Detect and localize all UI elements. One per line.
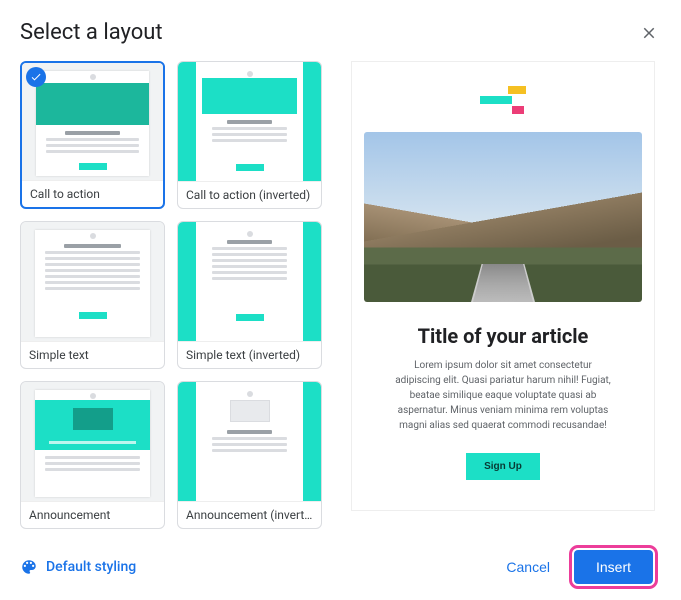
layout-card-call-to-action-inverted[interactable]: Call to action (inverted)	[177, 61, 322, 209]
layout-card-simple-text[interactable]: Simple text	[20, 221, 165, 369]
layout-grid: Call to action	[20, 61, 322, 529]
default-styling-button[interactable]: Default styling	[20, 558, 136, 576]
close-button[interactable]	[637, 21, 661, 45]
layout-thumb	[21, 222, 164, 341]
cancel-button[interactable]: Cancel	[490, 551, 566, 583]
palette-icon	[20, 558, 38, 576]
layout-preview: Title of your article Lorem ipsum dolor …	[351, 61, 655, 511]
dialog-header: Select a layout	[20, 20, 661, 45]
preview-article-title: Title of your article	[418, 324, 589, 348]
layout-card-announcement-inverted[interactable]: Announcement (inverted)	[177, 381, 322, 529]
layout-thumb	[21, 382, 164, 501]
footer-actions: Cancel Insert	[490, 550, 653, 584]
layout-label: Call to action (inverted)	[178, 181, 321, 208]
layout-list-scroll[interactable]: Call to action	[20, 61, 330, 534]
preview-article-body: Lorem ipsum dolor sit amet consectetur a…	[352, 358, 654, 433]
dialog-body: Call to action	[20, 61, 661, 534]
layout-label: Announcement (inverted)	[178, 501, 321, 528]
layout-label: Simple text (inverted)	[178, 341, 321, 368]
layout-card-simple-text-inverted[interactable]: Simple text (inverted)	[177, 221, 322, 369]
dialog-title: Select a layout	[20, 20, 163, 45]
logo-icon	[480, 86, 526, 114]
layout-label: Simple text	[21, 341, 164, 368]
layout-card-announcement[interactable]: Announcement	[20, 381, 165, 529]
selected-badge	[26, 67, 46, 87]
layout-thumb	[178, 62, 321, 181]
layout-label: Call to action	[22, 180, 163, 207]
check-icon	[30, 71, 42, 83]
dialog-footer: Default styling Cancel Insert	[20, 534, 661, 600]
preview-scroll[interactable]: Title of your article Lorem ipsum dolor …	[350, 61, 661, 534]
hero-image	[364, 132, 642, 302]
layout-picker-dialog: Select a layout	[0, 0, 681, 600]
layout-thumb	[178, 222, 321, 341]
layout-thumb	[178, 382, 321, 501]
insert-button[interactable]: Insert	[574, 550, 653, 584]
preview-cta-button: Sign Up	[466, 453, 540, 480]
layout-card-call-to-action[interactable]: Call to action	[20, 61, 165, 209]
layout-label: Announcement	[21, 501, 164, 528]
close-icon	[640, 24, 658, 42]
default-styling-label: Default styling	[46, 559, 136, 575]
